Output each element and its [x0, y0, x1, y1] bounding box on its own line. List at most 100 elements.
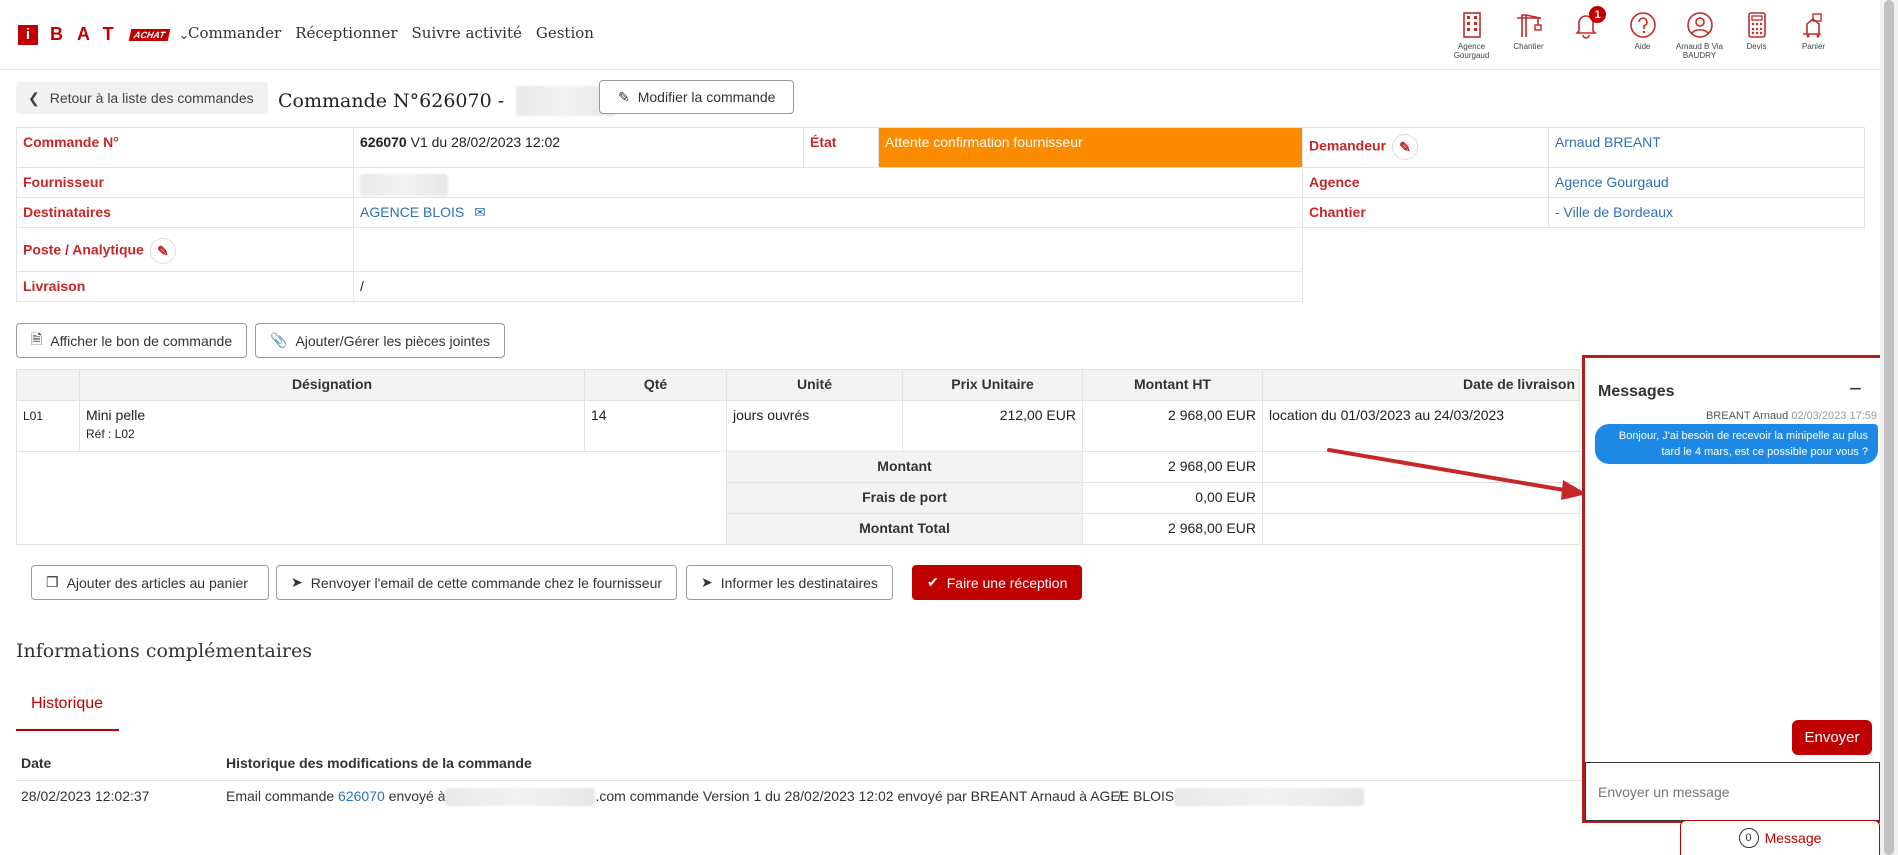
history-order-link[interactable]: 626070: [338, 788, 385, 804]
tool-panier[interactable]: Panier: [1785, 10, 1842, 60]
tool-aide[interactable]: Aide: [1614, 10, 1671, 60]
page-title: Commande N°626070 -: [278, 86, 617, 116]
order-number-label: Commande N°: [16, 127, 354, 168]
requester-label: Demandeur: [1309, 137, 1387, 154]
edit-post-analytic-button[interactable]: ✎: [149, 238, 176, 264]
send-icon: ➤: [701, 574, 713, 590]
back-to-orders-button[interactable]: ❮ Retour à la liste des commandes: [16, 82, 268, 114]
site-value[interactable]: - Ville de Bordeaux: [1548, 197, 1865, 228]
back-to-orders-label: Retour à la liste des commandes: [49, 90, 254, 106]
logo-text: BAT: [50, 24, 128, 44]
edit-requester-button[interactable]: ✎: [1392, 134, 1419, 160]
row-amount: 2 968,00 EUR: [1082, 400, 1263, 452]
grand-total-value: 2 968,00 EUR: [1082, 513, 1263, 545]
col-amount: Montant HT: [1082, 369, 1263, 401]
order-version: V1 du 28/02/2023 12:02: [406, 134, 561, 150]
grand-total-label: Montant Total: [726, 513, 1083, 545]
row-reference: Réf : L02: [86, 427, 135, 441]
tool-agence[interactable]: Agence Gourgaud: [1443, 10, 1500, 60]
nav-gestion[interactable]: Gestion: [536, 24, 594, 42]
send-message-button[interactable]: Envoyer: [1792, 720, 1872, 755]
toolbar-shortcuts: Agence Gourgaud Chantier 1 Aide Arnaud B…: [1443, 6, 1842, 60]
tool-notifications[interactable]: 1: [1557, 6, 1614, 60]
tool-chantier[interactable]: Chantier: [1500, 10, 1557, 60]
nav-receptionner[interactable]: Réceptionner: [295, 24, 397, 42]
history-entry-date: 28/02/2023 12:02:37: [21, 788, 150, 804]
col-unit: Unité: [726, 369, 903, 401]
messages-panel: Messages − BREANT Arnaud 02/03/2023 17:5…: [1582, 355, 1883, 823]
add-to-cart-button[interactable]: ❐ Ajouter des articles au panier: [31, 565, 269, 600]
order-number: 626070: [360, 134, 407, 150]
document-icon: 🗎: [31, 330, 43, 347]
state-value: Attente confirmation fournisseur: [878, 127, 1303, 168]
agency-label: Agence: [1302, 167, 1549, 198]
nav-commander[interactable]: Commander: [188, 24, 281, 42]
tab-historique[interactable]: Historique: [16, 695, 119, 731]
resend-email-label: Renvoyer l'email de cette commande chez …: [310, 574, 663, 591]
order-number-value: 626070 V1 du 28/02/2023 12:02: [353, 127, 804, 168]
history-divider: [16, 780, 1586, 781]
envelope-icon[interactable]: ✉: [474, 204, 486, 220]
post-analytic-label: Poste / Analytique: [23, 241, 144, 258]
message-count-badge: 0: [1738, 828, 1759, 848]
pencil-icon: ✎: [618, 88, 630, 105]
post-analytic-value: [353, 227, 1303, 272]
make-reception-button[interactable]: ✔ Faire une réception: [912, 565, 1083, 600]
modify-order-label: Modifier la commande: [637, 89, 776, 105]
page-title-text: Commande N°626070 -: [278, 90, 505, 112]
manage-attachments-button[interactable]: 📎 Ajouter/Gérer les pièces jointes: [255, 323, 505, 358]
manage-attachments-label: Ajouter/Gérer les pièces jointes: [295, 332, 490, 349]
tool-devis[interactable]: Devis: [1728, 10, 1785, 60]
pencil-icon: ✎: [156, 242, 169, 259]
show-order-form-button[interactable]: 🗎 Afficher le bon de commande: [16, 323, 248, 358]
supplier-value: [353, 167, 1303, 198]
row-line-number: L01: [16, 400, 80, 452]
message-toggle-label: Message: [1764, 830, 1822, 846]
check-circle-icon: ✔: [927, 574, 939, 590]
supplier-label: Fournisseur: [16, 167, 354, 198]
message-toggle-button[interactable]: 0 Message: [1680, 820, 1880, 855]
delivery-label: Livraison: [16, 271, 354, 302]
recipients-value-cell: AGENCE BLOIS ✉: [353, 197, 1303, 228]
minimize-icon[interactable]: −: [1849, 376, 1862, 402]
agency-value[interactable]: Agence Gourgaud: [1548, 167, 1865, 198]
shipping-value: 0,00 EUR: [1082, 482, 1263, 514]
total-amount-value: 2 968,00 EUR: [1082, 451, 1263, 483]
requester-label-cell: Demandeur ✎: [1302, 127, 1549, 168]
row-designation-name: Mini pelle: [86, 407, 146, 423]
recipients-value[interactable]: AGENCE BLOIS: [360, 204, 464, 220]
nav-suivre-activite[interactable]: Suivre activité: [412, 24, 522, 42]
redacted-email: [445, 788, 596, 807]
calculator-icon: [1747, 12, 1766, 38]
recipients-label: Destinataires: [16, 197, 354, 228]
notification-count-badge: 1: [1589, 6, 1606, 23]
tool-aide-label: Aide: [1634, 42, 1651, 51]
inform-recipients-button[interactable]: ➤ Informer les destinataires: [686, 565, 893, 600]
scrollbar-thumb[interactable]: [1884, 0, 1894, 855]
message-author: BREANT Arnaud: [1705, 410, 1789, 422]
site-label: Chantier: [1302, 197, 1549, 228]
brand-logo[interactable]: i BAT ACHAT ⌄: [18, 24, 189, 45]
pencil-icon: ✎: [1399, 138, 1411, 155]
row-unit: jours ouvrés: [726, 400, 903, 452]
delivery-value: /: [353, 271, 1303, 302]
tool-account[interactable]: Arnaud B Via BAUDRY: [1671, 10, 1728, 60]
messages-title: Messages: [1598, 383, 1675, 400]
cart-icon: [1802, 13, 1822, 38]
shipping-label: Frais de port: [726, 482, 1083, 514]
requester-value[interactable]: Arnaud BREANT: [1548, 127, 1865, 168]
page-scrollbar[interactable]: [1880, 0, 1898, 855]
redacted-tail: [1174, 788, 1365, 807]
redacted-supplier: [360, 174, 448, 196]
logo-letter: i: [18, 24, 38, 45]
annotation-arrow-line: [1327, 448, 1572, 493]
tool-agence-label: Agence Gourgaud: [1453, 42, 1490, 60]
message-input[interactable]: [1585, 762, 1880, 821]
col-unit-price: Prix Unitaire: [902, 369, 1083, 401]
col-line: [16, 369, 80, 401]
chevron-left-icon: ❮: [28, 89, 40, 106]
top-navigation-bar: i BAT ACHAT ⌄ Commander Réceptionner Sui…: [0, 0, 1880, 70]
modify-order-button[interactable]: ✎ Modifier la commande: [599, 80, 795, 114]
history-col-modifications: Historique des modifications de la comma…: [226, 755, 532, 771]
resend-email-button[interactable]: ➤ Renvoyer l'email de cette commande che…: [276, 565, 678, 600]
